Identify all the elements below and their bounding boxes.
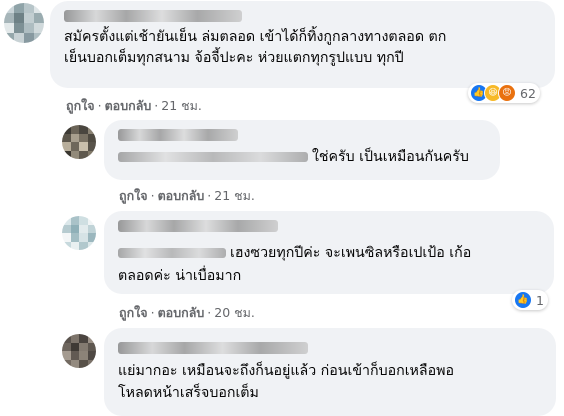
comment-actions: ถูกใจ · ตอบกลับ · 21 ชม. [66,98,202,113]
comment-actions: ถูกใจ · ตอบกลับ · 21 ชม. [119,188,255,203]
author-name[interactable] [118,342,308,354]
angry-reaction-icon: 😡 [498,84,516,102]
comment-text-line: สมัครตั้งแต่เช้ายันเย็น ล่มตลอด เข้าได้ก… [64,29,447,45]
reply-button[interactable]: ตอบกลับ [105,98,152,113]
reaction-summary[interactable]: 👍 1 [512,290,548,310]
comment-text-line: แย่มากอะ เหมือนจะถึงก็นอยู่แล้ว ก่อนเข้า… [118,363,454,379]
comment-text-line: ตลอดค่ะ น่าเบื่อมาก [118,268,242,284]
like-reaction-icon: 👍 [514,291,532,309]
timestamp[interactable]: 21 ชม. [214,188,255,203]
comment-text-line: เฮงซวยทุกปีค่ะ จะเพนซิลหรือเปเป้อ เก้อ [230,245,472,261]
avatar[interactable] [62,216,96,250]
reaction-count: 62 [520,85,536,101]
comment-bubble: เฮงซวยทุกปีค่ะ จะเพนซิลหรือเปเป้อ เก้อ ต… [104,211,554,294]
comment-text-line: โหลดหน้าเสร็จบอกเต็ม [118,385,259,401]
avatar[interactable] [4,3,44,43]
reply-button[interactable]: ตอบกลับ [158,305,205,320]
author-name[interactable] [118,129,238,141]
tagged-name[interactable] [118,152,308,162]
timestamp[interactable]: 21 ชม. [161,98,202,113]
reaction-count: 1 [536,292,544,308]
comment-bubble: แย่มากอะ เหมือนจะถึงก็นอยู่แล้ว ก่อนเข้า… [104,328,556,416]
comment-text-line: ใช่ครับ เป็นเหมือนกันครับ [312,149,469,165]
reply-button[interactable]: ตอบกลับ [158,188,205,203]
like-button[interactable]: ถูกใจ [119,188,148,203]
avatar[interactable] [62,334,96,368]
comment-bubble: สมัครตั้งแต่เช้ายันเย็น ล่มตลอด เข้าได้ก… [50,1,555,88]
like-button[interactable]: ถูกใจ [66,98,95,113]
avatar[interactable] [62,125,96,159]
like-button[interactable]: ถูกใจ [119,305,148,320]
comment-actions: ถูกใจ · ตอบกลับ · 20 ชม. [119,305,255,320]
author-name[interactable] [64,10,242,22]
comment-text-line: เย็นบอกเต็มทุกสนาม จ้อจี้ปะคะ ห่วยแตกทุก… [64,50,404,66]
timestamp[interactable]: 20 ชม. [214,305,255,320]
reaction-summary[interactable]: 👍 😆 😡 62 [468,83,540,103]
comment-bubble: ใช่ครับ เป็นเหมือนกันครับ [104,120,500,180]
tagged-name[interactable] [118,248,226,258]
author-name[interactable] [118,220,278,232]
